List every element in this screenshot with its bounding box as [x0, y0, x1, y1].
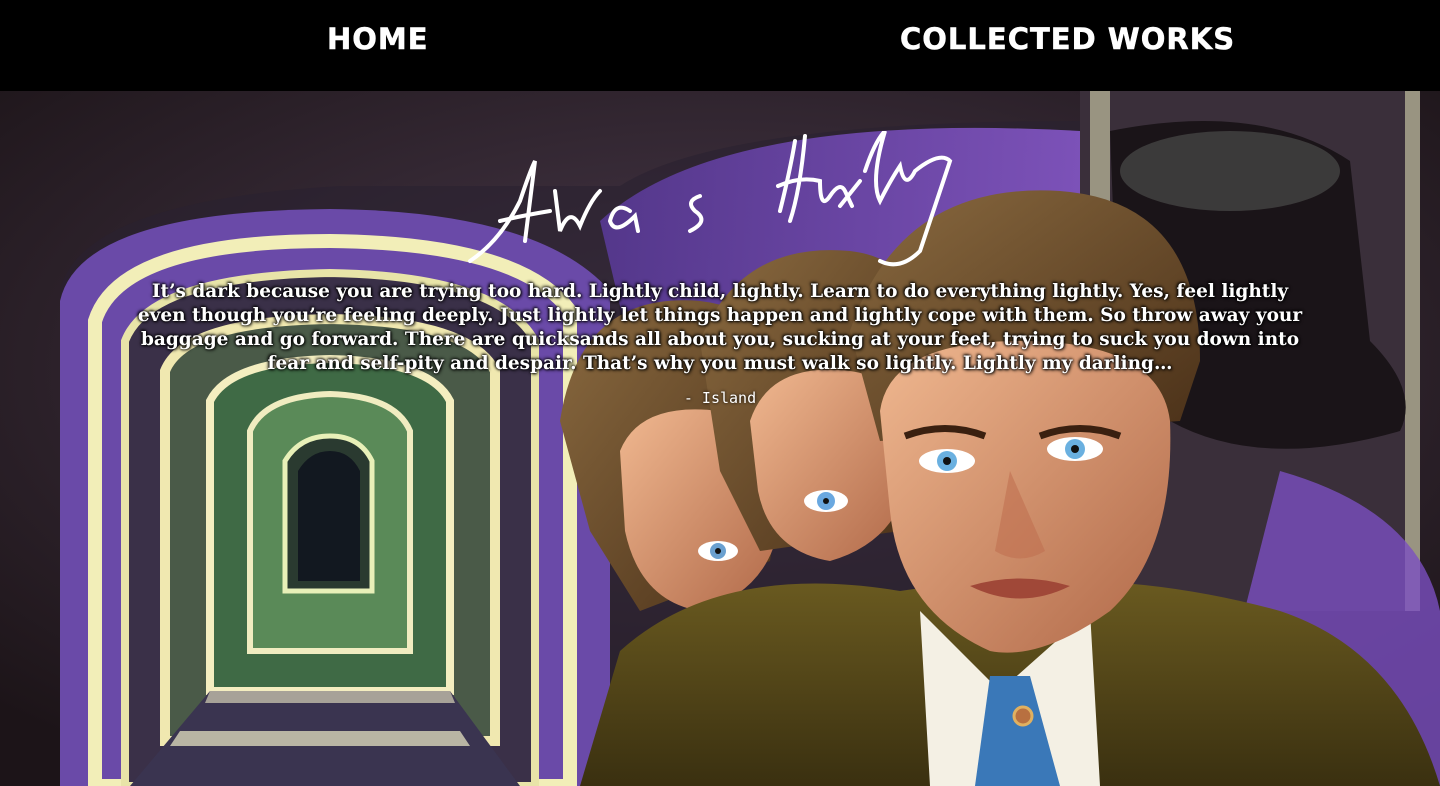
nav-collected-works-link[interactable]: COLLECTED WORKS [900, 22, 1235, 57]
quote-text: It’s dark because you are trying too har… [137, 281, 1303, 374]
top-navigation: HOME COLLECTED WORKS [0, 0, 1440, 91]
hero-painting-section: It’s dark because you are trying too har… [0, 91, 1440, 786]
nav-home-link[interactable]: HOME [327, 22, 429, 57]
quote-source: - Island [683, 389, 757, 407]
aldous-huxley-signature [468, 131, 953, 267]
